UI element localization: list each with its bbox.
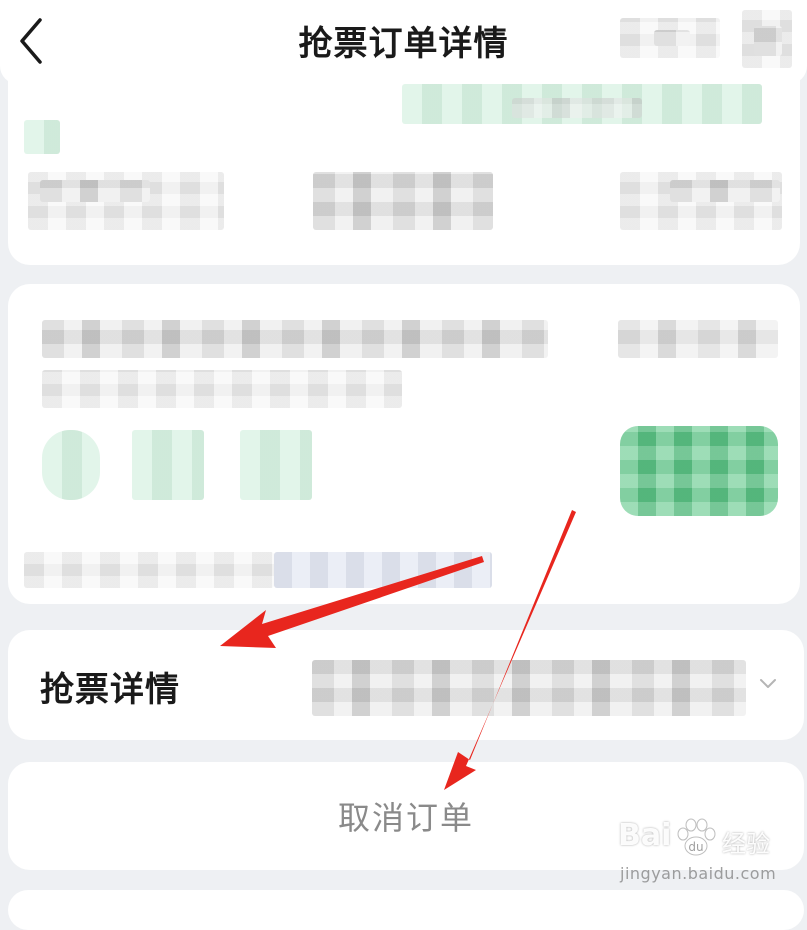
redacted-block — [40, 180, 150, 202]
grab-ticket-detail-label: 抢票详情 — [40, 670, 180, 710]
passenger-card — [8, 284, 800, 604]
redacted-detail-value — [312, 660, 746, 716]
chevron-down-icon — [760, 679, 776, 688]
redacted-action-button[interactable] — [620, 426, 778, 516]
redacted-option-icon[interactable] — [42, 430, 100, 500]
paw-icon: du — [677, 818, 716, 856]
redacted-price — [618, 320, 778, 358]
watermark-brand-right: 经验 — [722, 830, 770, 858]
redacted-header-action[interactable] — [620, 18, 720, 58]
watermark-brand-left: Bai — [618, 818, 672, 853]
top-nav-bar: 抢票订单详情 — [0, 0, 807, 84]
svg-text:du: du — [688, 840, 703, 854]
order-summary-card — [8, 60, 800, 265]
bottom-card — [8, 890, 804, 930]
redacted-block — [654, 30, 690, 46]
redacted-header-menu[interactable] — [742, 10, 792, 68]
redacted-link[interactable] — [274, 552, 492, 588]
redacted-block — [754, 26, 782, 56]
redacted-note — [24, 552, 274, 588]
redacted-option-icon[interactable] — [132, 430, 204, 500]
redacted-passenger-detail — [42, 370, 402, 408]
redacted-passenger-name — [42, 320, 548, 358]
redacted-departure — [28, 172, 224, 230]
redacted-icon — [24, 120, 60, 154]
redacted-option-icon[interactable] — [240, 430, 312, 500]
baidu-jingyan-watermark: Bai du 经验 jingyan.baidu.com — [618, 818, 788, 890]
redacted-train-info — [313, 172, 493, 230]
redacted-block — [512, 98, 642, 118]
watermark-url: jingyan.baidu.com — [620, 864, 777, 883]
redacted-arrival — [620, 172, 782, 230]
redacted-block — [670, 180, 780, 202]
redacted-status-banner — [402, 84, 762, 124]
